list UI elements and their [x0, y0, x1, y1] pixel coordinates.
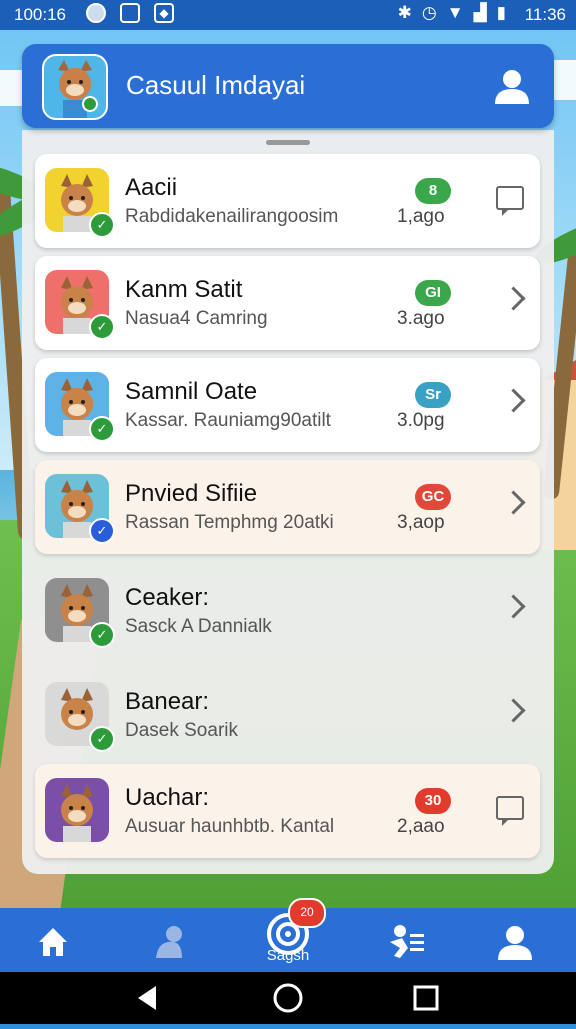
verified-check-icon: ✓: [89, 622, 115, 648]
contact-name: Kanm Satit: [125, 276, 243, 303]
conversation-row[interactable]: Uachar: Ausuar haunhbtb. Kantal 30 2,aao: [35, 764, 540, 858]
avatar: ✓: [45, 270, 115, 340]
bottom-navigation: 20 Sagsh: [0, 898, 576, 972]
status-clock: 11:36: [524, 5, 566, 24]
message-preview: Nasua4 Camring: [125, 308, 268, 329]
message-preview: Dasek Soarik: [125, 720, 238, 741]
unread-badge: Sr: [415, 382, 451, 408]
verified-check-icon: ✓: [89, 518, 115, 544]
unread-badge: GC: [415, 484, 451, 510]
unread-badge: 8: [415, 178, 451, 204]
avatar: ✓: [45, 682, 115, 752]
conversation-row[interactable]: ✓ Pnvied Sifiie Rassan Temphmg 20atki GC 3,a…: [35, 460, 540, 554]
message-icon[interactable]: [496, 796, 524, 826]
contact-name: Ceaker:: [125, 584, 210, 611]
home-circle-icon[interactable]: [273, 983, 303, 1013]
message-preview: Kassar. Rauniamg90atilt: [125, 410, 331, 431]
contact-name: Pnvied Sifiie: [125, 480, 258, 507]
user-icon: [495, 70, 529, 104]
activity-icon: [390, 925, 424, 958]
chevron-right-icon[interactable]: [501, 286, 526, 311]
contact-name: Uachar:: [125, 784, 210, 811]
verified-check-icon: ✓: [89, 416, 115, 442]
chevron-right-icon[interactable]: [501, 490, 526, 515]
message-preview: Ausuar haunhbtb. Kantal: [125, 816, 335, 837]
avatar: ✓: [45, 168, 115, 238]
image-notification-icon: [120, 3, 140, 23]
message-icon[interactable]: [496, 186, 524, 216]
system-navigation-bar: [0, 972, 576, 1024]
notification-badge: 20: [288, 898, 326, 928]
app-logo-icon: [42, 54, 108, 120]
nav-activity[interactable]: [374, 914, 434, 966]
conversation-row[interactable]: ✓ Banear: Dasek Soarik: [35, 668, 540, 762]
wifi-icon: ▼: [446, 3, 464, 22]
community-icon: [156, 926, 182, 958]
verified-check-icon: ✓: [89, 212, 115, 238]
home-icon: [39, 928, 67, 956]
battery-icon: ▮: [496, 3, 506, 22]
app-header: Casuul Imdayai: [22, 44, 554, 128]
nav-search[interactable]: 20 Sagsh: [258, 898, 326, 966]
nav-community[interactable]: [138, 914, 198, 966]
app-notification-icon: [86, 3, 106, 23]
alarm-icon: ◷: [421, 3, 437, 22]
chevron-right-icon[interactable]: [501, 698, 526, 723]
contact-name: Banear:: [125, 688, 210, 715]
timestamp: 3.0pg: [397, 410, 445, 431]
bluetooth-icon: ✱: [397, 3, 412, 22]
contact-name: Aacii: [125, 174, 178, 201]
app-title: Casuul Imdayai: [126, 70, 306, 100]
avatar: [45, 778, 109, 842]
avatar: ✓: [45, 372, 115, 442]
nav-label-search: Sagsh: [266, 947, 310, 964]
status-time: 100:16: [14, 5, 66, 24]
chevron-right-icon[interactable]: [501, 594, 526, 619]
verified-check-icon: ✓: [89, 726, 115, 752]
recents-icon[interactable]: [413, 985, 439, 1011]
message-preview: Rabdidakenailirangoosim: [125, 206, 339, 227]
unread-badge: GI: [415, 280, 451, 306]
conversation-row[interactable]: ✓ Kanm Satit Nasua4 Camring GI 3.ago: [35, 256, 540, 350]
avatar: ✓: [45, 578, 115, 648]
signal-icon: ▟: [473, 3, 487, 22]
drop-notification-icon: ◆: [154, 3, 174, 23]
timestamp: 3.ago: [397, 308, 445, 329]
back-icon[interactable]: [138, 986, 156, 1010]
timestamp: 2,aao: [397, 816, 445, 837]
timestamp: 3,aop: [397, 512, 445, 533]
avatar: ✓: [45, 474, 115, 544]
drag-handle[interactable]: [266, 140, 310, 145]
profile-button[interactable]: [492, 66, 532, 106]
contact-name: Samnil Oate: [125, 378, 258, 405]
timestamp: 1,ago: [397, 206, 445, 227]
user-icon: [498, 926, 532, 960]
message-preview: Rassan Temphmg 20atki: [125, 512, 334, 533]
nav-home[interactable]: [23, 914, 83, 966]
conversation-row[interactable]: ✓ Samnil Oate Kassar. Rauniamg90atilt Sr 3.0…: [35, 358, 540, 452]
conversation-row[interactable]: ✓ Ceaker: Sasck A Dannialk: [35, 564, 540, 658]
nav-profile[interactable]: [485, 914, 545, 966]
chevron-right-icon[interactable]: [501, 388, 526, 413]
message-preview: Sasck A Dannialk: [125, 616, 272, 637]
unread-badge: 30: [415, 788, 451, 814]
verified-check-icon: ✓: [89, 314, 115, 340]
status-bar: 100:16 ◆ ✱ ◷ ▼ ▟ ▮ 11:36: [0, 0, 576, 30]
conversation-row[interactable]: ✓ Aacii Rabdidakenailirangoosim 8 1,ago: [35, 154, 540, 248]
